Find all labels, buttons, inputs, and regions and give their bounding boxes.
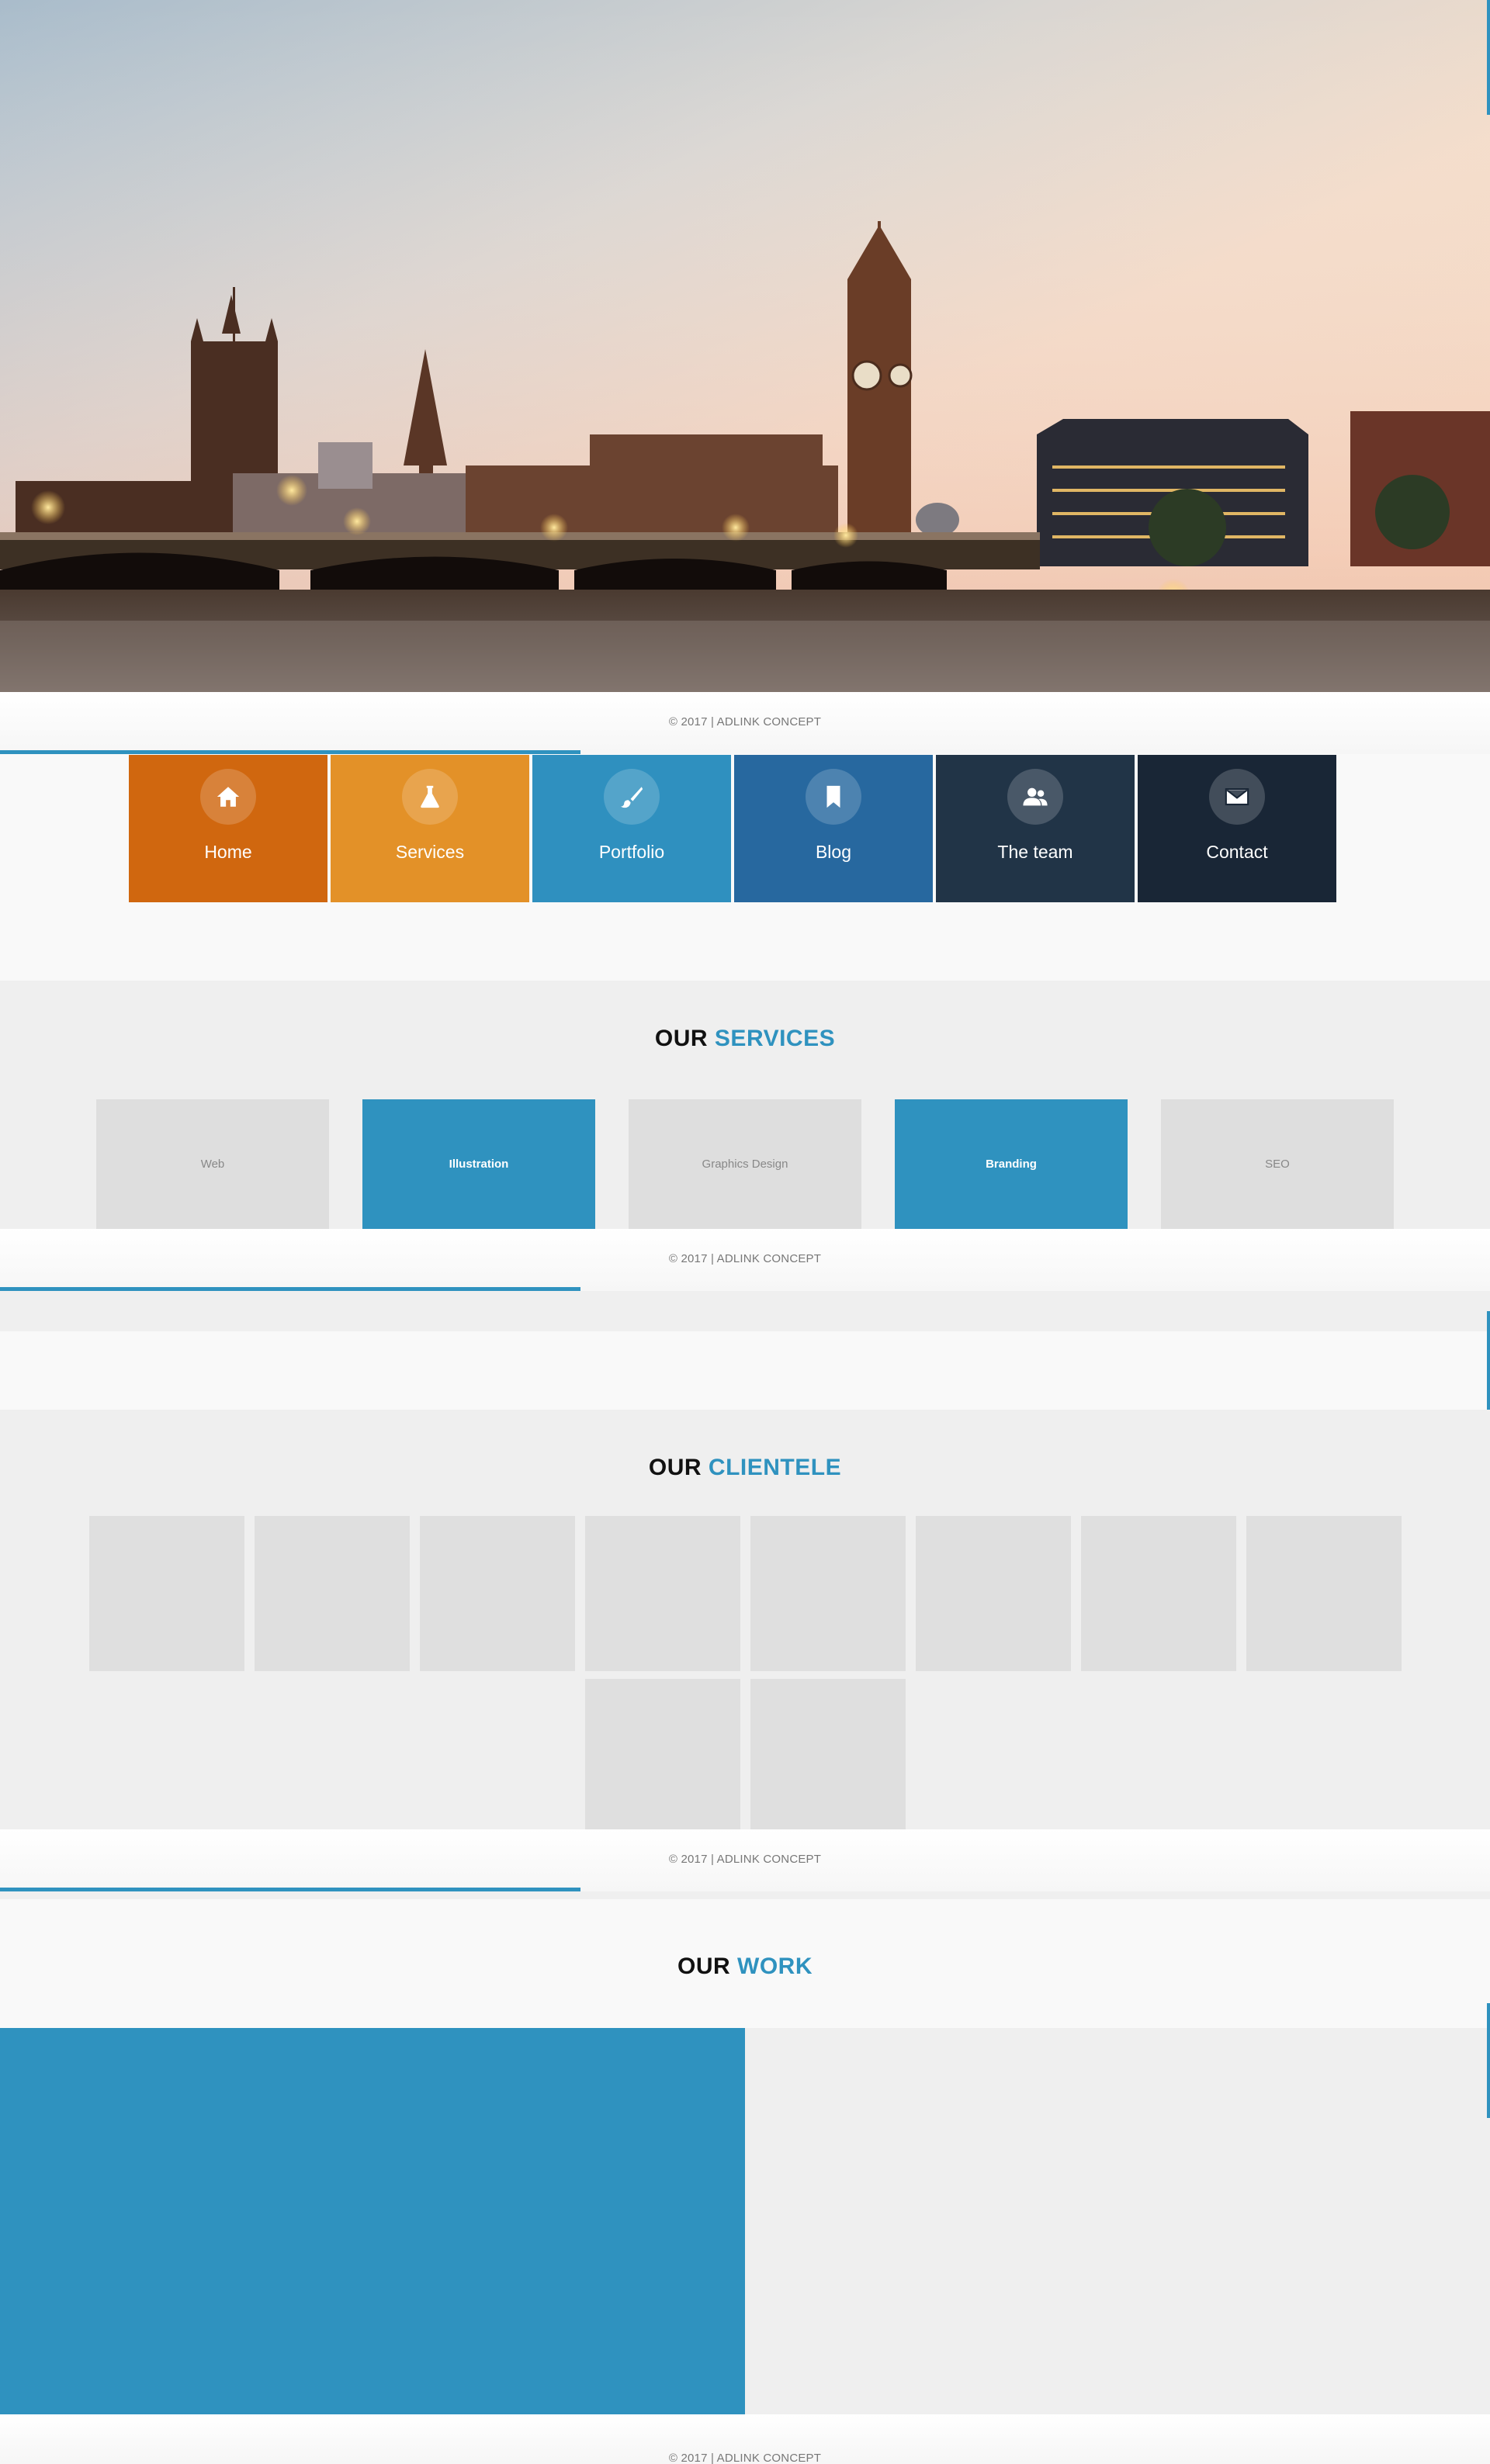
nav-tile-label: Blog bbox=[815, 842, 852, 862]
work-item-featured[interactable] bbox=[0, 2028, 745, 2414]
nav-tile-contact[interactable]: Contact bbox=[1138, 755, 1336, 902]
flask-icon bbox=[402, 769, 458, 825]
client-logo[interactable] bbox=[420, 1516, 575, 1671]
home-icon bbox=[200, 769, 256, 825]
nav-tile-label: Portfolio bbox=[598, 842, 665, 862]
footer-bar: © 2017 | ADLINK CONCEPT bbox=[0, 692, 1490, 754]
title-accent: WORK bbox=[737, 1954, 813, 1979]
team-icon bbox=[1007, 769, 1063, 825]
client-logo[interactable] bbox=[585, 1516, 740, 1671]
client-logo[interactable] bbox=[1081, 1516, 1236, 1671]
clientele-title: OUR CLIENTELE bbox=[0, 1455, 1490, 1481]
nav-tile-team[interactable]: The team bbox=[936, 755, 1135, 902]
service-web[interactable]: Web bbox=[96, 1099, 329, 1229]
clock-face bbox=[851, 360, 882, 391]
services-title: OUR SERVICES bbox=[0, 1026, 1490, 1052]
service-seo[interactable]: SEO bbox=[1161, 1099, 1394, 1229]
client-logo[interactable] bbox=[585, 1679, 740, 1829]
work-item[interactable] bbox=[745, 2028, 1490, 2414]
client-logo[interactable] bbox=[750, 1516, 906, 1671]
london-skyline-image bbox=[0, 0, 1490, 692]
hero-banner bbox=[0, 0, 1490, 692]
copyright-text: © 2017 | ADLINK CONCEPT bbox=[668, 2452, 822, 2464]
nav-tile-blog[interactable]: Blog bbox=[734, 755, 933, 902]
footer-bar: © 2017 | ADLINK CONCEPT bbox=[0, 1829, 1490, 1891]
nav-tile-home[interactable]: Home bbox=[129, 755, 327, 902]
nav-tile-label: The team bbox=[997, 842, 1073, 862]
service-label: Web bbox=[200, 1158, 225, 1171]
copyright-text: © 2017 | ADLINK CONCEPT bbox=[668, 715, 822, 728]
service-illustration[interactable]: Illustration bbox=[362, 1099, 595, 1229]
footer-bar: © 2017 | ADLINK CONCEPT bbox=[0, 1229, 1490, 1291]
title-plain: OUR bbox=[654, 1026, 709, 1051]
service-label: SEO bbox=[1265, 1158, 1290, 1171]
client-logo[interactable] bbox=[1246, 1516, 1402, 1671]
spacer-strip bbox=[0, 1891, 1490, 1899]
nav-tile-services[interactable]: Services bbox=[331, 755, 529, 902]
work-title: OUR WORK bbox=[0, 1954, 1490, 1980]
service-branding[interactable]: Branding bbox=[895, 1099, 1128, 1229]
client-logo[interactable] bbox=[916, 1516, 1071, 1671]
nav-tile-portfolio[interactable]: Portfolio bbox=[532, 755, 731, 902]
scroll-indicator bbox=[1487, 2003, 1490, 2118]
main-nav: Home Services Portfolio Blog The team Co… bbox=[129, 755, 1336, 902]
client-logo[interactable] bbox=[89, 1516, 244, 1671]
copyright-text: © 2017 | ADLINK CONCEPT bbox=[668, 1853, 822, 1866]
brush-icon bbox=[604, 769, 660, 825]
service-label: Illustration bbox=[449, 1158, 509, 1171]
spacer-strip bbox=[0, 1331, 1490, 1410]
title-plain: OUR bbox=[648, 1455, 702, 1480]
client-logo[interactable] bbox=[750, 1679, 906, 1829]
nav-tile-label: Contact bbox=[1206, 842, 1268, 862]
spacer-strip bbox=[0, 1291, 1490, 1331]
bookmark-icon bbox=[806, 769, 861, 825]
footer-bar: © 2017 | ADLINK CONCEPT bbox=[0, 2414, 1490, 2464]
service-label: Branding bbox=[986, 1158, 1037, 1171]
nav-tile-label: Home bbox=[204, 842, 252, 862]
service-graphics-design[interactable]: Graphics Design bbox=[629, 1099, 861, 1229]
title-accent: SERVICES bbox=[714, 1026, 836, 1051]
title-accent: CLIENTELE bbox=[708, 1455, 842, 1480]
nav-tile-label: Services bbox=[395, 842, 465, 862]
title-plain: OUR bbox=[677, 1954, 731, 1979]
scroll-indicator bbox=[1487, 0, 1490, 115]
client-logo[interactable] bbox=[255, 1516, 410, 1671]
service-label: Graphics Design bbox=[702, 1158, 788, 1171]
copyright-text: © 2017 | ADLINK CONCEPT bbox=[668, 1252, 822, 1265]
envelope-icon bbox=[1209, 769, 1265, 825]
